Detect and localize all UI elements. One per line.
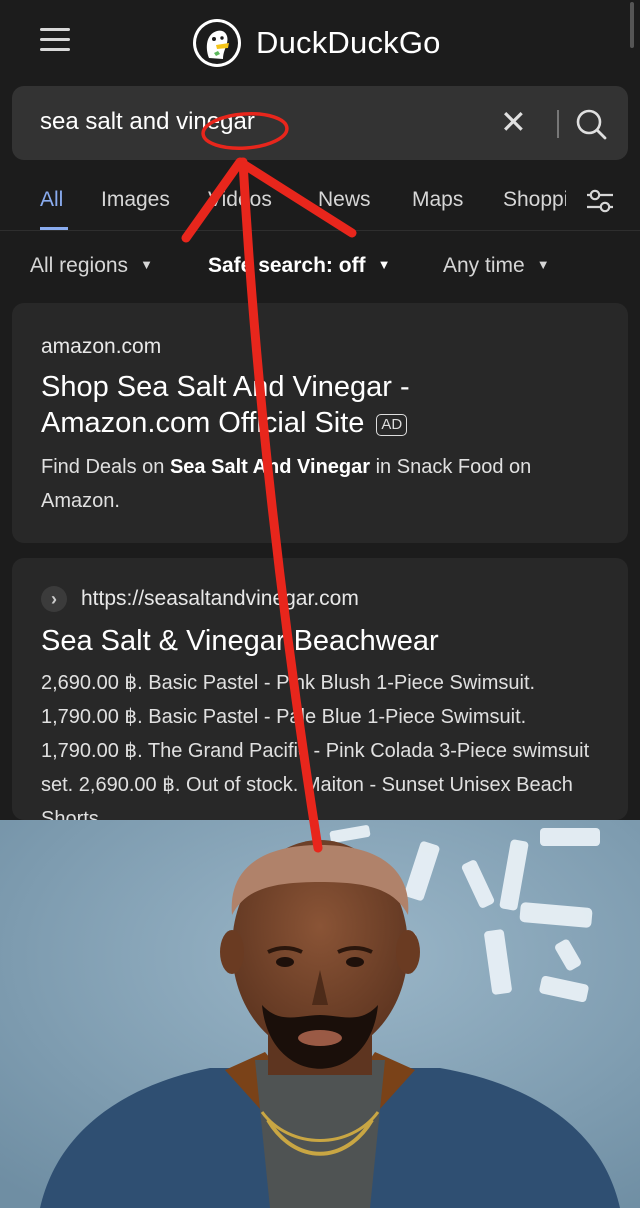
tab-news[interactable]: News — [318, 188, 371, 212]
search-query-text[interactable]: sea salt and vinegar — [40, 108, 255, 136]
result-url[interactable]: https://seasaltandvinegar.com — [81, 587, 359, 611]
safe-search-filter[interactable]: Safe search: off ▼ — [208, 254, 390, 278]
safe-search-label: Safe search: off — [208, 254, 366, 277]
result-title-line1[interactable]: Shop Sea Salt And Vinegar - — [41, 371, 410, 403]
result-url-row[interactable]: › https://seasaltandvinegar.com — [41, 586, 359, 612]
header: DuckDuckGo — [0, 0, 640, 80]
time-filter-label: Any time — [443, 254, 525, 277]
tab-shopping-clip: Shopping — [503, 188, 566, 212]
region-filter-label: All regions — [30, 254, 129, 277]
snippet-highlight: Sea Salt And Vinegar — [169, 456, 371, 478]
portrait-image — [0, 820, 640, 1208]
duckduckgo-logo-icon — [193, 19, 241, 67]
active-tab-underline — [40, 227, 68, 230]
search-divider — [557, 110, 559, 138]
tab-shopping[interactable]: Shopping — [503, 188, 566, 211]
app-name: DuckDuckGo — [256, 25, 441, 60]
result-snippet: Find Deals on Sea Salt And Vinegar in Sn… — [41, 450, 601, 518]
tab-videos[interactable]: Videos — [208, 188, 272, 212]
ad-badge: AD — [376, 414, 408, 436]
snippet-text: Find Deals on — [41, 456, 170, 478]
brand[interactable]: DuckDuckGo — [192, 18, 441, 68]
result-title-line2[interactable]: Amazon.com Official Site — [41, 407, 364, 439]
close-icon[interactable]: ✕ — [500, 104, 527, 140]
result-snippet: 2,690.00 ฿. Basic Pastel - Pink Blush 1-… — [41, 672, 590, 820]
tab-maps[interactable]: Maps — [412, 188, 463, 212]
tab-all[interactable]: All — [40, 188, 63, 212]
search-input[interactable]: sea salt and vinegar ✕ — [12, 86, 628, 160]
search-icon[interactable] — [572, 106, 612, 142]
organic-result-card[interactable]: › https://seasaltandvinegar.com Sea Salt… — [12, 558, 628, 820]
hamburger-menu-icon[interactable] — [40, 28, 70, 52]
chevron-down-icon: ▼ — [536, 257, 550, 272]
result-title[interactable]: Shop Sea Salt And Vinegar - Amazon.com O… — [41, 369, 601, 441]
time-filter[interactable]: Any time ▼ — [443, 254, 550, 278]
chevron-right-icon: › — [41, 586, 67, 612]
region-filter[interactable]: All regions ▼ — [30, 254, 153, 278]
chevron-down-icon: ▼ — [377, 257, 391, 272]
filter-bar: All regions ▼ Safe search: off ▼ Any time ▼ — [0, 250, 640, 286]
result-title[interactable]: Sea Salt & Vinegar Beachwear — [41, 623, 601, 659]
settings-sliders-icon[interactable] — [586, 188, 614, 214]
search-results-screen: DuckDuckGo sea salt and vinegar ✕ All Im… — [0, 0, 640, 820]
tab-images[interactable]: Images — [101, 188, 170, 212]
result-domain[interactable]: amazon.com — [41, 335, 161, 359]
chevron-down-icon: ▼ — [140, 257, 153, 272]
ad-result-card[interactable]: amazon.com Shop Sea Salt And Vinegar - A… — [12, 303, 628, 543]
scroll-indicator — [630, 2, 634, 48]
person-photo — [0, 820, 640, 1208]
search-tabs: All Images Videos News Maps Shopping — [0, 180, 640, 231]
